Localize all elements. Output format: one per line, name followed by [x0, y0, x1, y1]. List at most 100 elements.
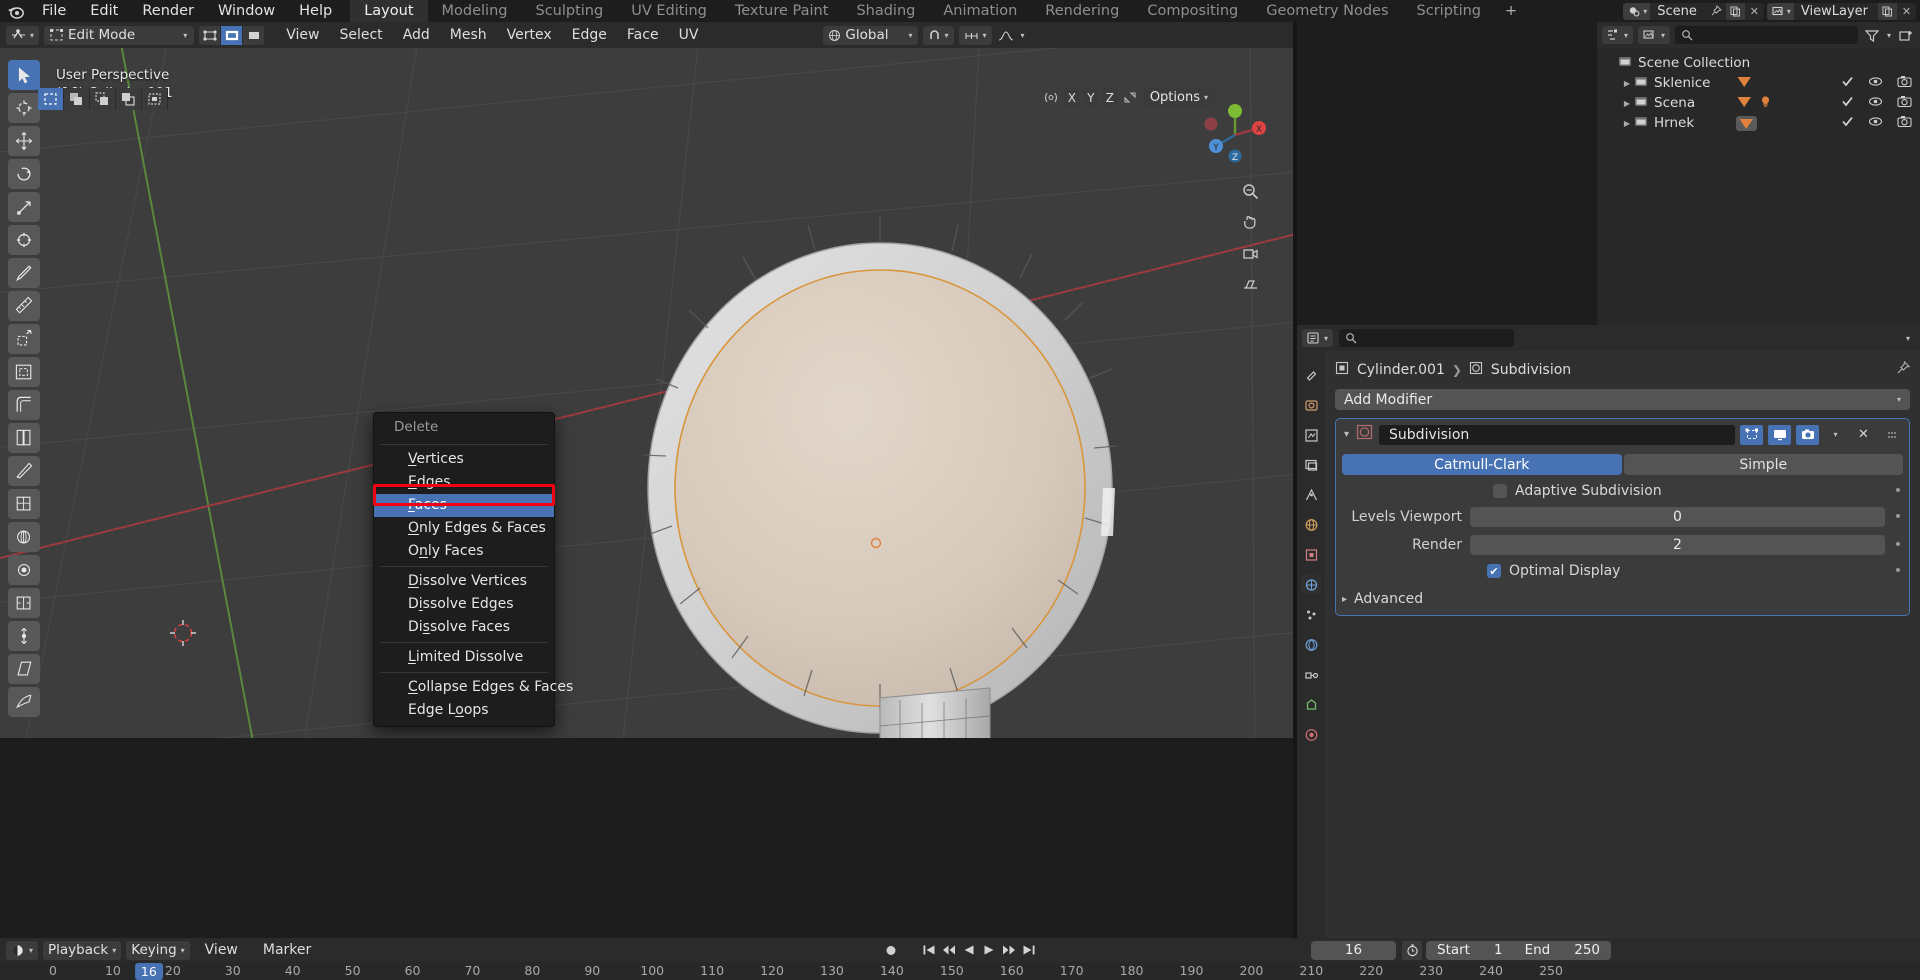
select-lasso-icon[interactable]: [116, 88, 142, 110]
workspace-tab-sculpting[interactable]: Sculpting: [521, 0, 617, 22]
face-select-icon[interactable]: [243, 25, 266, 45]
shear-tool-icon[interactable]: [8, 654, 40, 684]
workspace-tab-modeling[interactable]: Modeling: [428, 0, 522, 22]
tool-tab-icon[interactable]: [1301, 365, 1321, 384]
select-box-icon[interactable]: [64, 88, 90, 110]
data-tab-icon[interactable]: [1301, 695, 1321, 714]
object-tab-icon[interactable]: [1301, 545, 1321, 564]
delete-menu-item-edges[interactable]: Edges: [374, 471, 554, 494]
delete-menu-item-dissolve-edges[interactable]: Dissolve Edges: [374, 593, 554, 616]
mesh-filter-icon[interactable]: [1042, 88, 1061, 107]
workspace-tab-scripting[interactable]: Scripting: [1403, 0, 1495, 22]
delete-menu-item-dissolve-faces[interactable]: Dissolve Faces: [374, 616, 554, 639]
timeline-editor-type[interactable]: ▾: [6, 940, 39, 960]
delete-menu-item-vertices[interactable]: Vertices: [374, 448, 554, 471]
viewlayer-selector[interactable]: ▾ ViewLayer ✕: [1766, 2, 1916, 20]
breadcrumb-object-label[interactable]: Cylinder.001: [1357, 362, 1445, 378]
render-levels-field[interactable]: 2: [1470, 535, 1885, 555]
adaptive-subdivision-checkbox[interactable]: [1493, 484, 1507, 498]
frame-range-fields[interactable]: Start 1 End 250: [1426, 940, 1612, 960]
properties-editor-type[interactable]: ▾: [1302, 329, 1334, 347]
mesh-data-icon[interactable]: [1736, 115, 1757, 131]
current-frame-field[interactable]: 16: [1311, 940, 1396, 960]
workspace-tab-layout[interactable]: Layout: [350, 0, 428, 22]
delete-menu-item-only-faces[interactable]: Only Faces: [374, 540, 554, 563]
modifier-close-icon[interactable]: ✕: [1852, 425, 1875, 445]
copy-icon[interactable]: [1878, 2, 1897, 20]
filter-icon[interactable]: [1863, 26, 1882, 45]
scene-selector[interactable]: ▾ Scene ✕: [1623, 2, 1764, 20]
snap-toggle[interactable]: ▾: [922, 25, 954, 45]
outliner-item-hrnek[interactable]: ▶ Hrnek: [1597, 113, 1920, 133]
delete-menu-item-only-edges-faces[interactable]: Only Edges & Faces: [374, 517, 554, 540]
camera-view-icon[interactable]: [1239, 242, 1261, 264]
modifier-tab-icon[interactable]: [1301, 575, 1321, 594]
light-data-icon[interactable]: [1757, 94, 1774, 113]
viewport-menu-vertex[interactable]: Vertex: [497, 27, 562, 43]
outliner-root-row[interactable]: Scene Collection: [1597, 53, 1920, 73]
constraints-tab-icon[interactable]: [1301, 665, 1321, 684]
modifier-name-field[interactable]: Subdivision: [1379, 424, 1735, 445]
chevron-down-icon[interactable]: ▾: [1021, 31, 1025, 40]
outliner-checkbox[interactable]: [1841, 95, 1854, 112]
outliner-checkbox[interactable]: [1841, 75, 1854, 92]
edge-slide-tool-icon[interactable]: [8, 588, 40, 618]
chevron-down-icon[interactable]: ▾: [1342, 429, 1351, 440]
topbar-menu-window[interactable]: Window: [206, 0, 287, 22]
toggle-ortho-icon[interactable]: [1239, 273, 1261, 295]
inset-faces-tool-icon[interactable]: [8, 357, 40, 387]
workspace-tab-uv-editing[interactable]: UV Editing: [617, 0, 721, 22]
topbar-menu-file[interactable]: File: [30, 0, 78, 22]
viewport-menu-select[interactable]: Select: [329, 27, 392, 43]
render-tab-icon[interactable]: [1301, 395, 1321, 414]
material-tab-icon[interactable]: [1301, 725, 1321, 744]
eye-icon[interactable]: [1868, 95, 1883, 112]
outliner-search-input[interactable]: [1675, 26, 1858, 44]
particles-tab-icon[interactable]: [1301, 605, 1321, 624]
next-keyframe-icon[interactable]: [1001, 941, 1018, 960]
add-modifier-button[interactable]: Add Modifier ▾: [1335, 389, 1910, 410]
copy-icon[interactable]: [1725, 2, 1745, 20]
edit-mode-display-toggle[interactable]: [1740, 424, 1763, 445]
algorithm-simple[interactable]: Simple: [1623, 454, 1903, 475]
optimal-display-checkbox[interactable]: ✔: [1487, 564, 1501, 578]
eye-icon[interactable]: [1868, 75, 1883, 92]
modifier-dropdown-icon[interactable]: ▾: [1824, 425, 1847, 445]
smooth-tool-icon[interactable]: [8, 555, 40, 585]
loop-cut-tool-icon[interactable]: [8, 423, 40, 453]
topbar-menu-help[interactable]: Help: [287, 0, 344, 22]
scale-tool-icon[interactable]: [8, 192, 40, 222]
extrude-region-tool-icon[interactable]: [8, 324, 40, 354]
outliner-item-sklenice[interactable]: ▶ Sklenice: [1597, 73, 1920, 93]
measure-tool-icon[interactable]: [8, 291, 40, 321]
annotate-tool-icon[interactable]: [8, 258, 40, 288]
play-icon[interactable]: [981, 941, 998, 960]
transform-tool-icon[interactable]: [8, 225, 40, 255]
workspace-tab-rendering[interactable]: Rendering: [1031, 0, 1133, 22]
properties-options-chevron-icon[interactable]: ▾: [1906, 334, 1910, 343]
expand-triangle-icon[interactable]: ▶: [1620, 99, 1634, 108]
delete-menu-item-faces[interactable]: Faces: [374, 494, 554, 517]
editor-type-selector[interactable]: ▾: [6, 25, 40, 45]
levels-viewport-field[interactable]: 0: [1470, 507, 1885, 527]
knife-tool-icon[interactable]: [8, 456, 40, 486]
viewport-menu-face[interactable]: Face: [617, 27, 669, 43]
output-tab-icon[interactable]: [1301, 425, 1321, 444]
camera-icon[interactable]: [1897, 75, 1912, 92]
topbar-menu-edit[interactable]: Edit: [78, 0, 130, 22]
viewport-menu-mesh[interactable]: Mesh: [440, 27, 497, 43]
select-circle-icon[interactable]: [90, 88, 116, 110]
edge-select-icon[interactable]: [221, 25, 244, 45]
delete-menu-item-limited-dissolve[interactable]: Limited Dissolve: [374, 646, 554, 669]
mesh-data-icon[interactable]: [1736, 94, 1753, 113]
breadcrumb-modifier-label[interactable]: Subdivision: [1491, 362, 1571, 378]
bevel-tool-icon[interactable]: [8, 390, 40, 420]
zoom-icon[interactable]: [1239, 180, 1261, 202]
timeline-menu-keying[interactable]: Keying ▾: [126, 940, 190, 960]
physics-tab-icon[interactable]: [1301, 635, 1321, 654]
timeline-ruler[interactable]: 0 10 20 30 40 50 60 70 80 90 100 110 120 130 140 150 160…: [0, 962, 1920, 980]
workspace-tab-texture-paint[interactable]: Texture Paint: [721, 0, 843, 22]
spin-tool-icon[interactable]: [8, 522, 40, 552]
workspace-tab-shading[interactable]: Shading: [842, 0, 929, 22]
delete-menu-item-dissolve-vertices[interactable]: Dissolve Vertices: [374, 570, 554, 593]
